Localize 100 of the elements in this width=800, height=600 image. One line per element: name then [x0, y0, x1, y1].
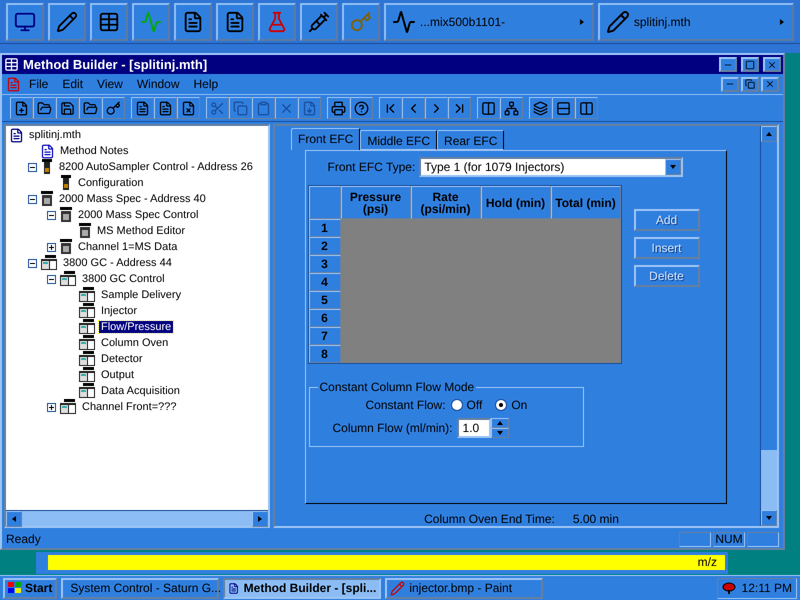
toolbar-button[interactable]: [102, 97, 125, 119]
taskbar-button[interactable]: System Control - Saturn G...: [61, 578, 220, 598]
close-button[interactable]: [763, 57, 781, 72]
start-button[interactable]: Start: [3, 578, 58, 598]
flow-field[interactable]: 1.0: [456, 418, 491, 438]
radio-option[interactable]: On: [495, 398, 536, 412]
document-icon: [40, 144, 55, 158]
launch-button[interactable]: [6, 2, 44, 40]
tree-item[interactable]: 2000 Mass Spec Control: [76, 209, 200, 221]
end-time-value: 5.00 min: [572, 512, 619, 526]
toolbar-button[interactable]: [448, 97, 471, 119]
tree-item[interactable]: MS Method Editor: [95, 225, 188, 237]
collapse-icon[interactable]: [28, 162, 37, 172]
taskbar-button[interactable]: injector.bmp - Paint: [385, 578, 544, 598]
document-cross-icon: [181, 100, 196, 116]
toolbar-button[interactable]: [79, 97, 102, 119]
menu-item[interactable]: View: [91, 76, 129, 92]
launch-button[interactable]: splitinj.mth: [598, 2, 794, 40]
collapse-icon[interactable]: [28, 258, 37, 268]
spin-up-button[interactable]: [490, 418, 509, 428]
instrument-icon: [78, 303, 96, 319]
type-dropdown[interactable]: Type 1 (for 1079 Injectors): [419, 157, 684, 177]
collapse-icon[interactable]: [47, 274, 56, 284]
toolbar-button[interactable]: [131, 97, 154, 119]
toolbar-button[interactable]: [402, 97, 425, 119]
toolbar-button[interactable]: [10, 97, 33, 119]
clock: 12:11 PM: [742, 581, 792, 595]
tree-item[interactable]: splitinj.mth: [27, 129, 83, 141]
toolbar-button[interactable]: [477, 97, 500, 119]
launch-button[interactable]: [48, 2, 86, 40]
tree-item[interactable]: Injector: [99, 305, 140, 317]
toolbar-button[interactable]: [552, 97, 575, 119]
vertical-scrollbar[interactable]: [760, 126, 777, 526]
launch-button[interactable]: [90, 2, 128, 40]
toolbar-button[interactable]: [56, 97, 79, 119]
row-header: 4: [308, 273, 340, 291]
up-arrow-icon: [496, 419, 504, 427]
scrollbar-thumb[interactable]: [761, 450, 777, 510]
menu-item[interactable]: Help: [188, 76, 224, 92]
instrument-icon: [78, 351, 96, 367]
tree-item[interactable]: 3800 GC Control: [80, 273, 167, 285]
tree-item[interactable]: 8200 AutoSampler Control - Address 26: [57, 161, 255, 173]
toolbar-button[interactable]: [379, 97, 402, 119]
menu-item[interactable]: Edit: [56, 76, 90, 92]
maximize-button[interactable]: [741, 57, 759, 72]
restore-button[interactable]: [741, 76, 759, 92]
tree-item[interactable]: Column Oven: [99, 337, 170, 349]
tree-item[interactable]: Configuration: [76, 177, 146, 189]
pencil-icon: [606, 10, 630, 34]
tree-item[interactable]: Channel Front=???: [80, 401, 178, 413]
row-header: 3: [308, 255, 340, 273]
tree-item[interactable]: Data Acquisition: [99, 385, 182, 397]
toolbar-button[interactable]: [350, 97, 373, 119]
field-label: Column Flow (ml/min):: [332, 421, 453, 435]
tree-item[interactable]: Method Notes: [58, 145, 130, 157]
arrow-icon: [10, 515, 18, 523]
menu-item[interactable]: Window: [130, 76, 186, 92]
tree-item[interactable]: Flow/Pressure: [99, 321, 174, 333]
toolbar-button[interactable]: [177, 97, 200, 119]
menu-item[interactable]: File: [23, 76, 54, 92]
toolbar-button[interactable]: [575, 97, 598, 119]
field-label: Constant Flow:: [366, 398, 446, 412]
tree-item[interactable]: Channel 1=MS Data: [76, 241, 180, 253]
tree-item[interactable]: 2000 Mass Spec - Address 40: [57, 193, 208, 205]
toolbar-button[interactable]: [529, 97, 552, 119]
key-icon: [350, 10, 372, 34]
tab[interactable]: Front EFC: [291, 128, 360, 150]
toolbar-button[interactable]: [33, 97, 56, 119]
arrow-icon: [765, 514, 773, 522]
tab[interactable]: Middle EFC: [360, 130, 438, 150]
spin-down-button[interactable]: [490, 428, 509, 438]
launch-button[interactable]: [174, 2, 212, 40]
launch-button[interactable]: [300, 2, 338, 40]
row-header: 2: [308, 237, 340, 255]
radio-option[interactable]: Off: [450, 398, 490, 412]
tab[interactable]: Rear EFC: [437, 130, 504, 150]
toolbar-button[interactable]: [425, 97, 448, 119]
toolbar-button[interactable]: [154, 97, 177, 119]
tree-item[interactable]: Sample Delivery: [99, 289, 184, 301]
expand-icon[interactable]: [47, 402, 56, 412]
minimize-button[interactable]: [721, 76, 739, 92]
collapse-icon[interactable]: [47, 210, 56, 220]
tree-item[interactable]: 3800 GC - Address 44: [61, 257, 174, 269]
toolbar-button[interactable]: [500, 97, 523, 119]
document-arrow-icon: [302, 100, 317, 116]
close-button[interactable]: [761, 76, 779, 92]
collapse-icon[interactable]: [28, 194, 37, 204]
toolbar-button[interactable]: [327, 97, 350, 119]
launch-button[interactable]: [216, 2, 254, 40]
chart-icon: [140, 10, 162, 34]
expand-icon[interactable]: [47, 242, 56, 252]
key-icon: [106, 100, 121, 116]
horizontal-scrollbar[interactable]: [6, 510, 268, 526]
tree-item[interactable]: Output: [99, 369, 136, 381]
tree-icon: [504, 100, 519, 116]
taskbar-button[interactable]: Method Builder - [spli...: [223, 578, 382, 598]
field-label: Front EFC Type:: [328, 160, 416, 174]
launch-button[interactable]: ...mix500b1101-: [384, 2, 594, 40]
tree-item[interactable]: Detector: [99, 353, 145, 365]
minimize-button[interactable]: [719, 57, 737, 72]
